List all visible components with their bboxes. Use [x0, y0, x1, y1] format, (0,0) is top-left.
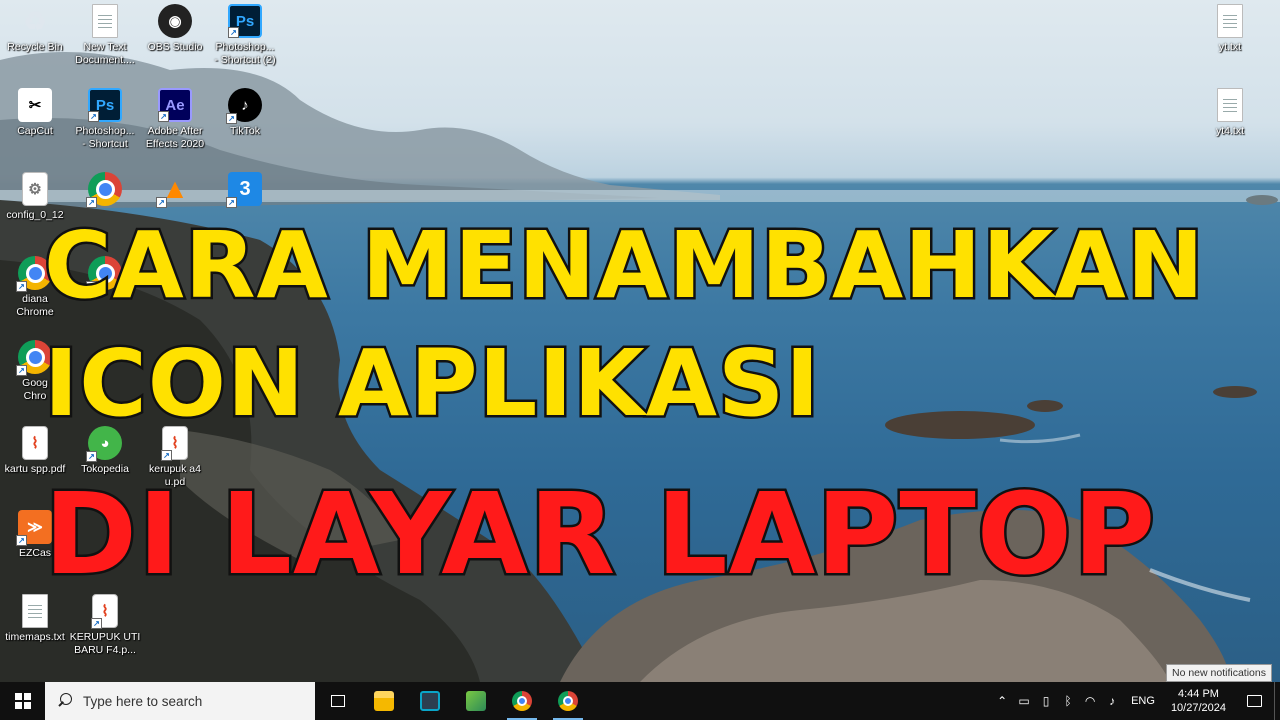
shortcut-arrow-icon: ↗ — [226, 113, 237, 124]
notifications-tooltip: No new notifications — [1166, 664, 1272, 682]
desktop-icon[interactable]: yt.txt — [1195, 4, 1265, 54]
store-icon — [420, 691, 440, 711]
task-view-button[interactable] — [315, 682, 361, 720]
desktop-icon-label: KERUPUK UTI BARU F4.p... — [69, 631, 141, 656]
search-icon — [57, 693, 73, 709]
after-effects-icon: Ae ↗ — [158, 88, 192, 122]
title-line-3: DI LAYAR LAPTOP — [41, 468, 1157, 603]
text-document-icon — [1217, 4, 1243, 38]
chrome-icon — [512, 691, 532, 711]
photoshop-icon: Ps ↗ — [88, 88, 122, 122]
desktop-icon[interactable]: ↗ — [70, 172, 140, 209]
desktop-icon-label: yt.txt — [1218, 41, 1242, 53]
desktop-icon[interactable]: New Text Document.... — [70, 4, 140, 67]
clock-time: 4:44 PM — [1177, 688, 1219, 700]
desktop-icon[interactable]: ✂ CapCut — [0, 88, 70, 138]
chrome-profile-icon — [558, 691, 578, 711]
desktop-icon-label: New Text Document.... — [75, 41, 135, 66]
shortcut-arrow-icon: ↗ — [161, 450, 172, 461]
desktop-icon[interactable]: ▲ ↗ — [140, 172, 210, 209]
recycle-bin-icon: ♻ — [23, 5, 47, 36]
title-line-2: ICON APLIKASI — [41, 328, 821, 440]
desktop-icon[interactable]: ♻ Recycle Bin — [0, 4, 70, 54]
desktop-icon[interactable]: Ae ↗ Adobe After Effects 2020 — [140, 88, 210, 151]
desktop-icon[interactable]: 3 ↗ — [210, 172, 280, 209]
wifi-icon[interactable]: ◠ — [1079, 682, 1101, 720]
folder-icon — [374, 691, 394, 711]
desktop-icon[interactable]: yt4.txt — [1195, 88, 1265, 138]
shortcut-arrow-icon: ↗ — [228, 27, 239, 38]
desktop-icon-label: OBS Studio — [147, 41, 203, 53]
title-line-1: CARA MENAMBAHKAN — [42, 210, 1207, 322]
show-desktop-button[interactable] — [1274, 682, 1280, 720]
capcut-icon: ✂ — [18, 88, 52, 122]
windows-logo-icon — [14, 693, 31, 709]
green-app-icon — [466, 691, 486, 711]
shortcut-arrow-icon: ↗ — [16, 365, 27, 376]
chevron-up-icon[interactable]: ⌃ — [991, 682, 1013, 720]
notification-icon — [1246, 695, 1262, 707]
bluetooth-icon[interactable]: ᛒ — [1057, 682, 1079, 720]
clock-date: 10/27/2024 — [1170, 702, 1226, 714]
taskbar-chrome[interactable] — [499, 682, 545, 720]
desktop-icon-label: Photoshop... - Shortcut (2) — [214, 41, 276, 66]
config-file-icon: ⚙ — [22, 172, 48, 206]
desktop-icon[interactable]: ◉ OBS Studio — [140, 4, 210, 54]
desktop-icon[interactable]: Ps ↗ Photoshop... - Shortcut (2) — [210, 4, 280, 67]
desktop-icon[interactable]: ⌇ ↗ KERUPUK UTI BARU F4.p... — [70, 594, 140, 657]
search-placeholder: Type here to search — [83, 693, 203, 709]
shortcut-arrow-icon: ↗ — [156, 197, 167, 208]
shortcut-arrow-icon: ↗ — [91, 618, 102, 629]
shortcut-arrow-icon: ↗ — [86, 451, 97, 462]
blue-app-icon: 3 ↗ — [226, 172, 262, 208]
shortcut-arrow-icon: ↗ — [226, 197, 237, 208]
desktop-icon-label: timemaps.txt — [5, 631, 65, 643]
taskbar-search-box[interactable]: Type here to search — [45, 682, 315, 720]
text-document-icon — [92, 4, 118, 38]
desktop-icon[interactable]: ♪ ↗ TikTok — [210, 88, 280, 138]
obs-studio-icon: ◉ — [158, 4, 192, 38]
shortcut-arrow-icon: ↗ — [158, 111, 169, 122]
taskbar-green-app[interactable] — [453, 682, 499, 720]
text-document-icon — [1217, 88, 1243, 122]
language-indicator[interactable]: ENG — [1123, 695, 1163, 707]
desktop-icon-label: TikTok — [230, 125, 260, 137]
taskbar-file-explorer[interactable] — [361, 682, 407, 720]
tiktok-icon: ♪ ↗ — [226, 88, 262, 124]
desktop-icon-label: CapCut — [17, 125, 53, 137]
system-tray: ⌃ ▭ ▯ ᛒ ◠ ♪ ENG 4:44 PM 10/27/2024 — [991, 682, 1280, 720]
shortcut-arrow-icon: ↗ — [16, 535, 27, 546]
photoshop-icon: Ps ↗ — [228, 4, 262, 38]
desktop-icon-label: Adobe After Effects 2020 — [145, 125, 205, 150]
desktop-icon[interactable]: Ps ↗ Photoshop... - Shortcut — [70, 88, 140, 151]
vlc-icon: ▲ ↗ — [156, 172, 192, 208]
start-button[interactable] — [0, 682, 45, 720]
taskbar: Type here to search ⌃ ▭ ▯ ᛒ ◠ ♪ ENG 4:44… — [0, 682, 1280, 720]
desktop-icon-label: yt4.txt — [1215, 125, 1244, 137]
shortcut-arrow-icon: ↗ — [86, 197, 97, 208]
desktop-icon-label: Photoshop... - Shortcut — [75, 125, 135, 150]
desktop-icon[interactable]: timemaps.txt — [0, 594, 70, 644]
taskbar-chrome-profile[interactable] — [545, 682, 591, 720]
battery-icon[interactable]: ▯ — [1035, 682, 1057, 720]
meet-now-icon[interactable]: ▭ — [1013, 682, 1035, 720]
chrome-icon: ↗ — [86, 172, 122, 208]
shortcut-arrow-icon: ↗ — [88, 111, 99, 122]
clock[interactable]: 4:44 PM 10/27/2024 — [1163, 687, 1234, 715]
task-view-icon — [331, 695, 345, 707]
volume-icon[interactable]: ♪ — [1101, 682, 1123, 720]
desktop-icon-label: Recycle Bin — [7, 41, 63, 53]
taskbar-store[interactable] — [407, 682, 453, 720]
shortcut-arrow-icon: ↗ — [16, 281, 27, 292]
action-center-button[interactable] — [1234, 682, 1274, 720]
